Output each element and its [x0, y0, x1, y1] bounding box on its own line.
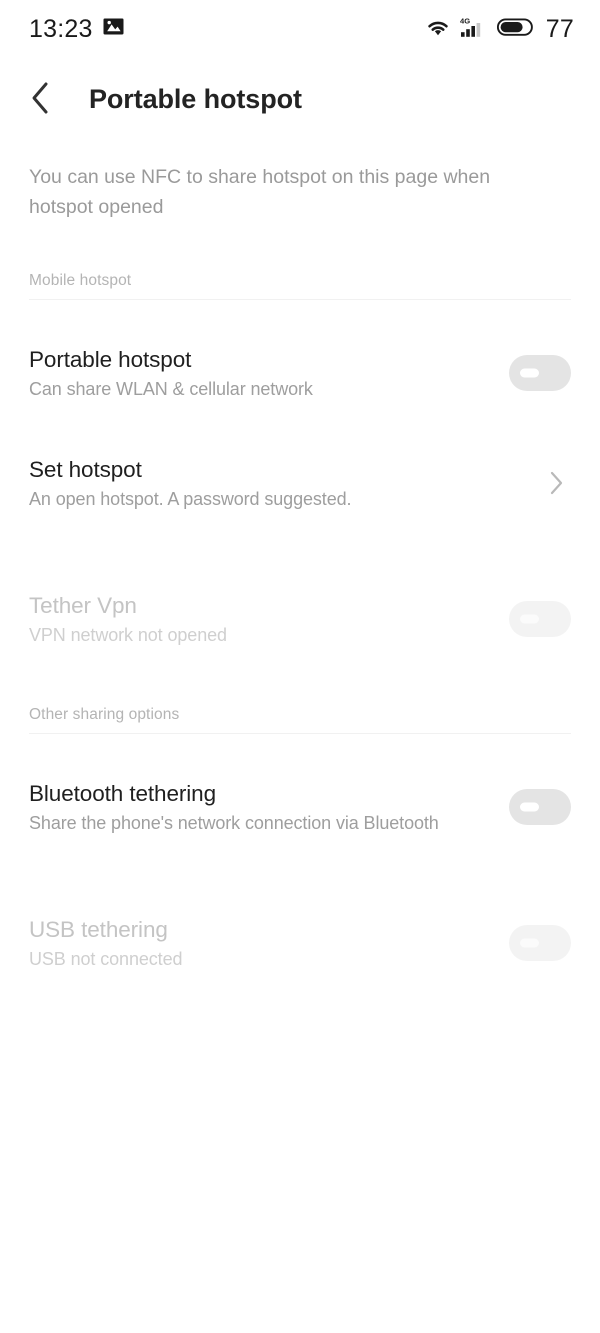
- toggle-knob: [520, 802, 539, 812]
- svg-text:4G: 4G: [460, 16, 470, 25]
- status-bar-left: 13:23: [29, 15, 124, 44]
- chevron-left-icon: [29, 81, 51, 118]
- toggle-knob: [520, 368, 539, 378]
- row-texts: Portable hotspot Can share WLAN & cellul…: [29, 347, 313, 400]
- status-time: 13:23: [29, 14, 93, 43]
- status-bar-right: 4G 77: [425, 15, 574, 44]
- row-set-hotspot[interactable]: Set hotspot An open hotspot. A password …: [0, 446, 600, 520]
- toggle-knob: [520, 938, 539, 948]
- signal-4g-icon: 4G: [460, 16, 488, 43]
- nfc-notice-text: You can use NFC to share hotspot on this…: [29, 166, 491, 218]
- back-button[interactable]: [29, 79, 63, 119]
- section-title-mobile-hotspot: Mobile hotspot: [29, 272, 132, 289]
- toggle-knob: [520, 614, 539, 624]
- toggle-bluetooth-tethering[interactable]: [509, 789, 571, 825]
- row-usb-tethering: USB tethering USB not connected: [0, 906, 600, 980]
- toggle-portable-hotspot[interactable]: [509, 355, 571, 391]
- row-texts: Tether Vpn VPN network not opened: [29, 593, 227, 646]
- battery-icon: [496, 16, 535, 43]
- wifi-icon: [425, 17, 451, 42]
- row-subtitle-tether-vpn: VPN network not opened: [29, 624, 227, 645]
- row-portable-hotspot[interactable]: Portable hotspot Can share WLAN & cellul…: [0, 336, 600, 410]
- status-bar: 13:23 4G 77: [0, 0, 600, 58]
- row-subtitle-bluetooth-tethering: Share the phone's network connection via…: [29, 812, 439, 833]
- image-notification-icon: [103, 16, 124, 42]
- row-bluetooth-tethering[interactable]: Bluetooth tethering Share the phone's ne…: [0, 770, 600, 844]
- section-other-sharing-options: Other sharing options Bluetooth tetherin…: [0, 706, 600, 980]
- row-title-portable-hotspot: Portable hotspot: [29, 346, 192, 372]
- row-title-set-hotspot: Set hotspot: [29, 456, 142, 482]
- row-subtitle-usb-tethering: USB not connected: [29, 948, 183, 969]
- row-texts: Set hotspot An open hotspot. A password …: [29, 456, 352, 510]
- row-title-usb-tethering: USB tethering: [29, 916, 168, 942]
- row-texts: Bluetooth tethering Share the phone's ne…: [29, 781, 439, 834]
- row-title-bluetooth-tethering: Bluetooth tethering: [29, 780, 216, 806]
- row-tether-vpn: Tether Vpn VPN network not opened: [0, 582, 600, 656]
- row-texts: USB tethering USB not connected: [29, 916, 183, 970]
- toggle-usb-tethering: [509, 925, 571, 961]
- row-title-tether-vpn: Tether Vpn: [29, 592, 137, 618]
- battery-level: 77: [545, 14, 574, 43]
- app-header: Portable hotspot: [0, 58, 600, 140]
- page-title: Portable hotspot: [89, 83, 302, 114]
- section-title-other-sharing-options: Other sharing options: [29, 706, 180, 723]
- chevron-right-icon[interactable]: [541, 468, 571, 498]
- phone-screen: 13:23 4G 77 Portable hotspot You can use…: [0, 0, 600, 1333]
- row-subtitle-set-hotspot: An open hotspot. A password suggested.: [29, 488, 352, 509]
- toggle-tether-vpn: [509, 601, 571, 637]
- row-subtitle-portable-hotspot: Can share WLAN & cellular network: [29, 378, 313, 399]
- section-mobile-hotspot: Mobile hotspot Portable hotspot Can shar…: [0, 272, 600, 656]
